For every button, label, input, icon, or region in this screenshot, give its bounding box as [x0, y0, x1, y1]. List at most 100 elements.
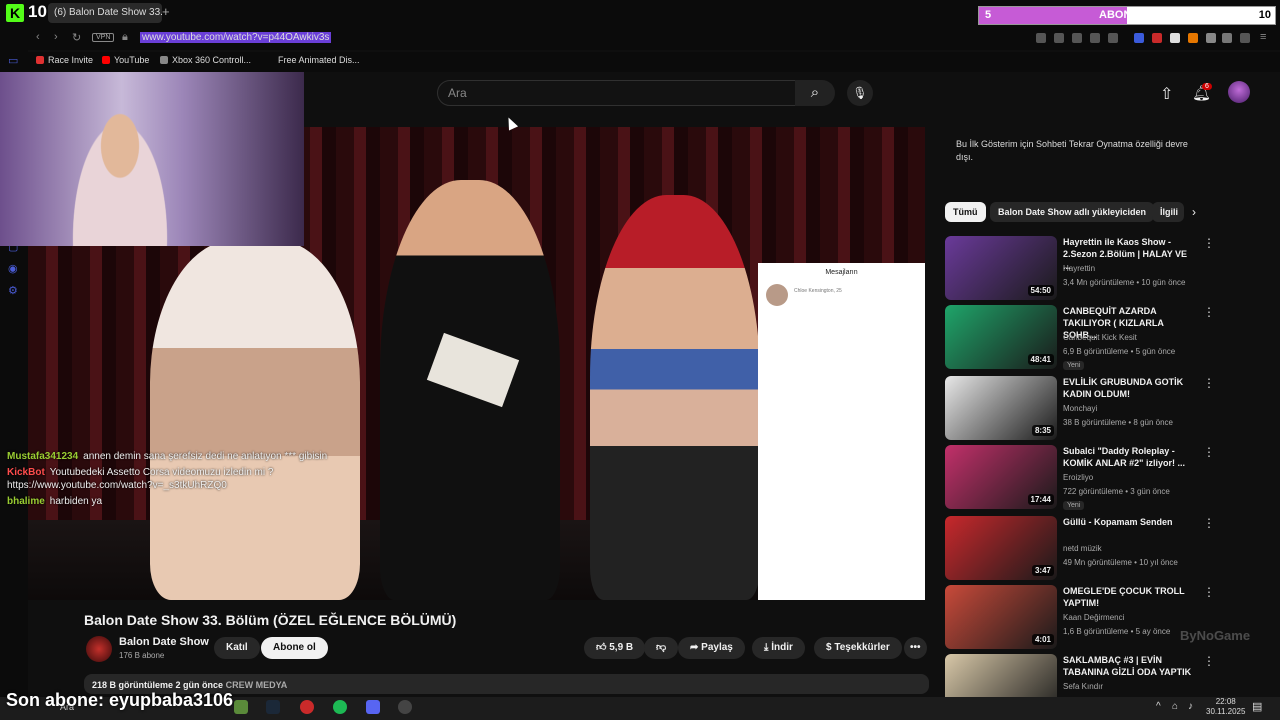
webcam-overlay: [0, 72, 304, 246]
chat-user: KickBot: [7, 467, 45, 478]
menu-icon[interactable]: ≡: [1260, 31, 1266, 43]
profile-icon[interactable]: [1222, 33, 1232, 43]
messenger-icon[interactable]: ◉: [8, 262, 20, 275]
bookmark-item[interactable]: Xbox 360 Controll...: [160, 55, 251, 65]
bookmark-label: Xbox 360 Controll...: [172, 55, 252, 65]
clock[interactable]: 22:08 30.11.2025: [1206, 697, 1245, 717]
sub-goal-bar: 5 ABONELIK 10: [978, 6, 1276, 25]
recommendation-item[interactable]: 8:35 EVLİLİK GRUBUNDA GOTİK KADIN OLDUM! M…: [945, 376, 1265, 440]
recommendation-item[interactable]: 54:50 Hayrettin ile Kaos Show - 2.Sezon 2…: [945, 236, 1265, 300]
recommendation-channel[interactable]: Canbequit Kick Kesit: [1063, 333, 1137, 342]
forward-icon[interactable]: ›: [54, 31, 58, 43]
recommendation-title[interactable]: Subalci "Daddy Roleplay - KOMİK ANLAR #2…: [1063, 445, 1195, 469]
play-icon[interactable]: [1090, 33, 1100, 43]
extension-icon[interactable]: [1152, 33, 1162, 43]
opera-icon[interactable]: [300, 700, 314, 714]
voice-search-button[interactable]: 🎙︎: [847, 80, 873, 106]
recommendation-channel[interactable]: Sefa Kındır: [1063, 682, 1103, 691]
app-icon[interactable]: [234, 700, 248, 714]
dislike-button[interactable]: 👎︎: [644, 637, 679, 659]
spotify-icon[interactable]: [333, 700, 347, 714]
network-icon[interactable]: ⌂: [1172, 701, 1178, 712]
more-vert-icon[interactable]: ⋮: [1203, 585, 1215, 599]
share-button[interactable]: ➦ Paylaş: [678, 637, 745, 659]
search-box[interactable]: [437, 80, 797, 106]
bookmark-item[interactable]: YouTube: [102, 55, 149, 65]
notification-badge: 6: [1202, 83, 1212, 90]
subscribe-button[interactable]: Abone ol: [261, 637, 328, 659]
new-badge: Yeni: [1063, 361, 1085, 370]
join-button[interactable]: Katıl: [214, 637, 260, 659]
chat-message: https://www.youtube.com/watch?v=_s3tkUhR…: [7, 480, 227, 491]
recommendation-channel[interactable]: netd müzik: [1063, 544, 1102, 553]
phone-contact-name: Chloe Kensington, 25: [794, 288, 842, 294]
recommendation-title[interactable]: SAKLAMBAÇ #3 | EVİN TABANINA GİZLİ ODA Y…: [1063, 654, 1195, 678]
chat-icon[interactable]: ▭: [8, 54, 20, 67]
more-vert-icon[interactable]: ⋮: [1203, 376, 1215, 390]
chevron-right-icon[interactable]: ›: [1192, 205, 1196, 219]
download-icon[interactable]: [1240, 33, 1250, 43]
thanks-button[interactable]: $ Teşekkürler: [814, 637, 902, 659]
browser-tab[interactable]: (6) Balon Date Show 33. B: [48, 3, 162, 23]
chip-all[interactable]: Tümü: [945, 202, 986, 222]
notification-center-icon[interactable]: ▤: [1252, 700, 1262, 713]
thanks-label: Teşekkürler: [834, 642, 890, 653]
sub-goal-current: 5: [985, 9, 992, 21]
back-icon[interactable]: ‹: [36, 31, 40, 43]
bookmark-item[interactable]: Race Invite: [36, 55, 93, 65]
download-label: İndir: [771, 642, 793, 653]
steam-icon[interactable]: [266, 700, 280, 714]
shield-icon[interactable]: [1072, 33, 1082, 43]
recommendation-title[interactable]: OMEGLE'DE ÇOCUK TROLL YAPTIM!: [1063, 585, 1195, 609]
search-button[interactable]: ⌕: [795, 80, 835, 106]
bookmark-item[interactable]: Free Animated Dis...: [278, 55, 360, 65]
recommendation-item[interactable]: 48:41 CANBEQUİT AZARDA TAKILIYOR ( KIZLAR…: [945, 305, 1265, 370]
more-vert-icon[interactable]: ⋮: [1203, 305, 1215, 319]
recommendation-item[interactable]: 3:47 Güllü - Kopamam Senden netd müzik 49 M…: [945, 516, 1265, 580]
recommendation-title[interactable]: EVLİLİK GRUBUNDA GOTİK KADIN OLDUM!: [1063, 376, 1195, 400]
kick-logo-icon: K: [6, 4, 24, 22]
upload-icon[interactable]: ⇧: [1160, 84, 1173, 104]
extension-icon[interactable]: [1134, 33, 1144, 43]
settings-icon[interactable]: ⚙: [8, 284, 20, 297]
search-input[interactable]: Ara: [448, 86, 467, 100]
discord-icon[interactable]: [366, 700, 380, 714]
recommendation-channel[interactable]: Kaan Değirmenci: [1063, 613, 1124, 622]
channel-name[interactable]: Balon Date Show: [119, 636, 209, 648]
more-vert-icon[interactable]: ⋮: [1203, 236, 1215, 250]
pin-icon[interactable]: [1036, 33, 1046, 43]
recommendation-item[interactable]: SAKLAMBAÇ #3 | EVİN TABANINA GİZLİ ODA Y…: [945, 654, 1265, 718]
extension-icon[interactable]: [1170, 33, 1180, 43]
recommendation-channel[interactable]: Hayrettin: [1063, 264, 1095, 273]
reload-icon[interactable]: ↻: [72, 31, 81, 44]
extension-icon[interactable]: [1188, 33, 1198, 43]
avatar[interactable]: [1228, 81, 1250, 103]
heart-icon[interactable]: [1108, 33, 1118, 43]
chat-user: bhalime: [7, 496, 45, 507]
chip-uploader[interactable]: Balon Date Show adlı yükleyiciden: [990, 202, 1155, 222]
chat-message: Mustafa341234 annen demin sana şerefsiz d…: [7, 451, 327, 462]
like-button[interactable]: 👍︎ 5,9 B: [584, 637, 646, 659]
url-field[interactable]: www.youtube.com/watch?v=p44OAwkiv3s: [140, 32, 332, 43]
puzzle-icon[interactable]: [1206, 33, 1216, 43]
recommendation-channel[interactable]: Eroizliyo: [1063, 473, 1093, 482]
obs-icon[interactable]: [398, 700, 412, 714]
person-left-figure: [150, 240, 360, 600]
recommendation-item[interactable]: 17:44 Subalci "Daddy Roleplay - KOMİK ANL…: [945, 445, 1265, 510]
new-tab-icon[interactable]: +: [162, 4, 170, 19]
download-button[interactable]: ⤓ İndir: [752, 637, 805, 659]
more-vert-icon[interactable]: ⋮: [1203, 516, 1215, 530]
recommendation-title[interactable]: Güllü - Kopamam Senden: [1063, 516, 1195, 528]
more-vert-icon[interactable]: ⋮: [1203, 654, 1215, 668]
tray-chevron-icon[interactable]: ^: [1156, 701, 1161, 712]
recommendation-channel[interactable]: Monchayi: [1063, 404, 1097, 413]
more-actions-button[interactable]: •••: [904, 637, 927, 659]
volume-icon[interactable]: ♪: [1188, 701, 1193, 712]
camera-icon[interactable]: [1054, 33, 1064, 43]
vpn-button[interactable]: VPN: [92, 33, 115, 42]
clock-time: 22:08: [1215, 697, 1236, 706]
channel-avatar[interactable]: [86, 636, 112, 662]
bookmark-label: YouTube: [114, 55, 150, 65]
chip-related[interactable]: İlgili: [1152, 202, 1184, 222]
more-vert-icon[interactable]: ⋮: [1203, 445, 1215, 459]
